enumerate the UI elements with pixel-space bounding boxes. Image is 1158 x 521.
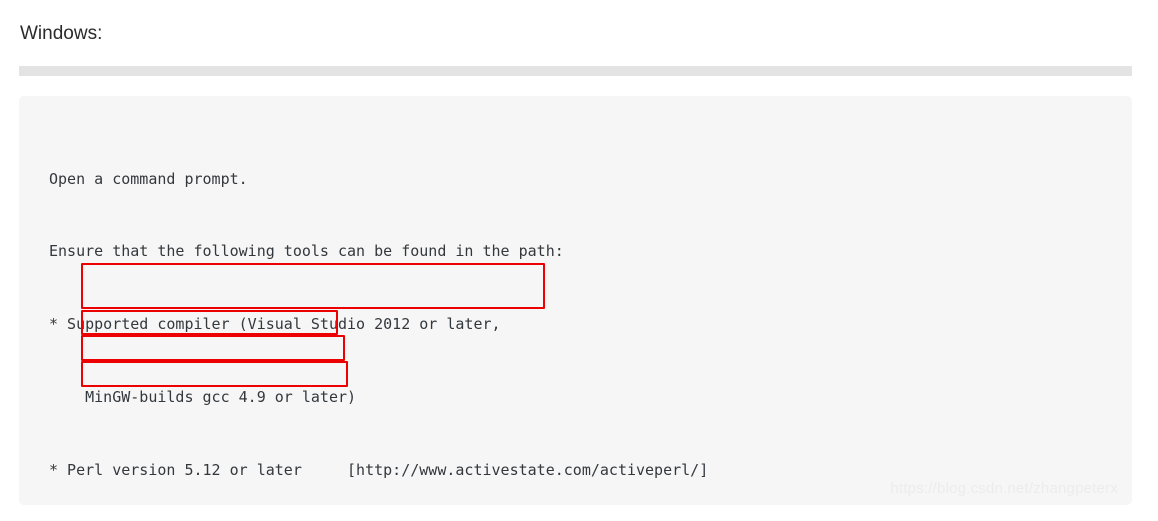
code-line: * Perl version 5.12 or later [http://www… xyxy=(49,461,709,480)
code-line: * Supported compiler (Visual Studio 2012… xyxy=(49,315,501,334)
section-divider xyxy=(19,66,1132,76)
code-block: Open a command prompt. Ensure that the f… xyxy=(19,96,1132,505)
code-block-content: Open a command prompt. Ensure that the f… xyxy=(49,118,726,505)
code-line: Open a command prompt. xyxy=(49,169,248,188)
page-title: Windows: xyxy=(20,23,103,44)
watermark: https://blog.csdn.net/zhangpeterx xyxy=(890,480,1118,497)
code-line: MinGW-builds gcc 4.9 or later) xyxy=(49,388,357,407)
code-line: Ensure that the following tools can be f… xyxy=(49,242,564,261)
